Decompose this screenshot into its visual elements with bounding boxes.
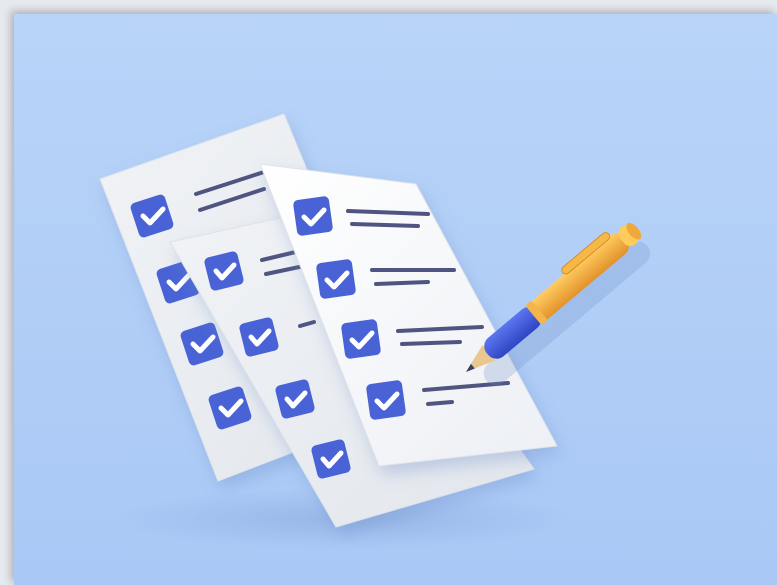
text-line <box>374 280 430 286</box>
image-frame <box>0 0 777 585</box>
checkbox-checked-icon <box>316 259 356 299</box>
checkbox-checked-icon <box>293 196 333 236</box>
checkbox-checked-icon <box>366 380 406 420</box>
text-line <box>350 222 420 228</box>
checkbox-checked-icon <box>341 319 381 359</box>
text-line <box>426 400 454 406</box>
checklist-illustration <box>14 14 777 585</box>
illustration-canvas <box>14 14 777 585</box>
text-line <box>400 340 462 346</box>
